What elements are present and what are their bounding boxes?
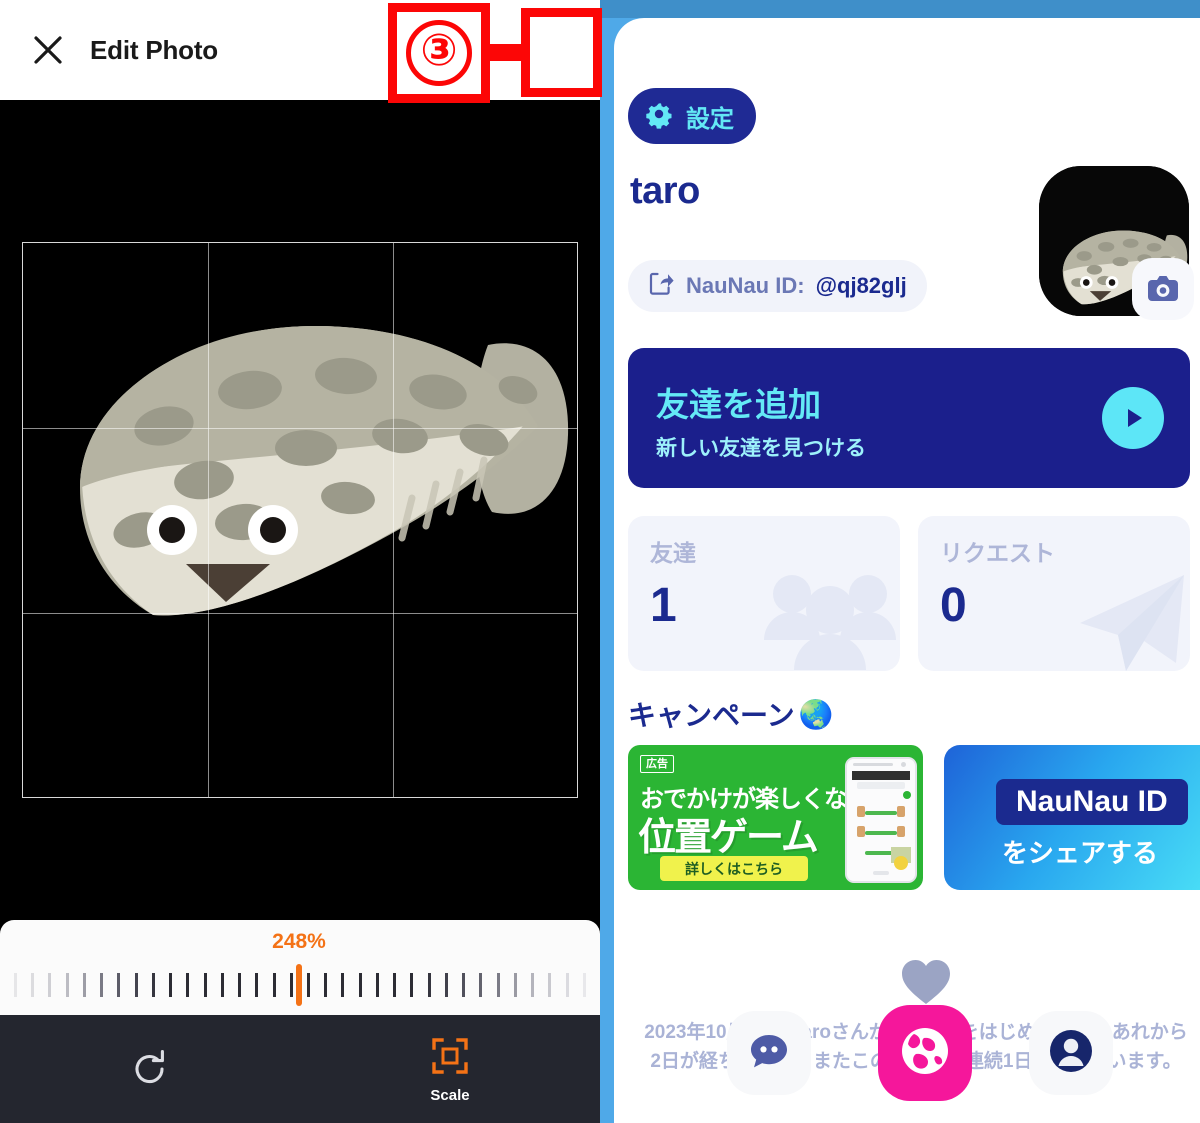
profile-sheet: 設定 taro NauNau ID: @qj82glj 友達を追加 新しい友達を… [614, 18, 1200, 1123]
annotation-connector [488, 44, 524, 61]
close-icon[interactable] [18, 20, 78, 80]
screenshot-root: Edit Photo ③ 248% Scale 設定 taro NauNau I… [0, 0, 1200, 1123]
photo-editor-pane: Edit Photo ③ 248% Scale [0, 0, 602, 1123]
heart-icon [899, 955, 953, 1009]
send-icon [1066, 567, 1190, 671]
stat-label: リクエスト [940, 540, 1055, 566]
add-friend-subtitle: 新しい友達を見つける [656, 437, 866, 460]
user-name: taro [630, 170, 700, 212]
share-id-subtitle: をシェアする [1002, 838, 1159, 868]
ad-phone-mockup [845, 757, 917, 883]
people-icon [756, 562, 900, 671]
stat-label: 友達 [650, 540, 696, 566]
bottom-nav [614, 960, 1200, 1123]
globe-emoji-icon: 🌏 [798, 698, 834, 730]
chat-icon [746, 1028, 792, 1079]
globe-icon [898, 1024, 952, 1083]
camera-icon[interactable] [1132, 258, 1194, 320]
stat-card-friends[interactable]: 友達 1 [628, 516, 900, 671]
campaign-heading: キャンペーン 🌏 [628, 694, 833, 734]
nav-item-chat[interactable] [727, 1011, 811, 1095]
naunau-id-label: NauNau ID: [686, 273, 805, 298]
person-icon [1047, 1027, 1095, 1080]
gear-icon [644, 99, 674, 134]
add-friend-card[interactable]: 友達を追加 新しい友達を見つける [628, 348, 1190, 488]
naunau-id-value: @qj82glj [815, 273, 907, 298]
settings-label: 設定 [686, 105, 734, 133]
photo-image [18, 230, 583, 680]
add-friend-title: 友達を追加 [656, 386, 821, 423]
naunau-id-chip[interactable]: NauNau ID: @qj82glj [628, 260, 927, 312]
scale-value-label: 248% [272, 930, 326, 953]
ad-cta-button[interactable]: 詳しくはこちら [660, 856, 808, 881]
scale-slider-thumb[interactable] [296, 964, 302, 1006]
stat-value: 0 [940, 579, 967, 632]
scale-icon [431, 1037, 469, 1080]
stat-card-requests[interactable]: リクエスト 0 [918, 516, 1190, 671]
ad-badge: 広告 [640, 755, 674, 774]
status-bar [600, 0, 1200, 18]
annotation-step-number: ③ [406, 20, 472, 86]
ad-subheadline: 位置ゲーム [638, 817, 819, 859]
annotation-step-badge: ③ [388, 3, 490, 103]
share-id-pill: NauNau ID [996, 779, 1188, 825]
nav-item-map[interactable] [878, 1005, 972, 1101]
page-title: Edit Photo [90, 34, 218, 65]
scale-ruler-panel[interactable]: 248% [0, 920, 600, 1015]
share-icon [648, 270, 675, 302]
naunau-profile-pane: 設定 taro NauNau ID: @qj82glj 友達を追加 新しい友達を… [600, 0, 1200, 1123]
stat-value: 1 [650, 579, 677, 632]
scale-tool-button[interactable]: Scale [404, 1037, 496, 1111]
settings-button[interactable]: 設定 [628, 88, 756, 144]
share-id-card[interactable]: NauNau ID をシェアする [944, 745, 1200, 890]
editor-toolbar: Scale [0, 1015, 600, 1123]
rotate-icon[interactable] [118, 1043, 182, 1095]
nav-item-profile[interactable] [1029, 1011, 1113, 1095]
crop-canvas[interactable] [0, 100, 600, 920]
ad-banner[interactable]: 広告 おでかけが楽しくなる 位置ゲーム 詳しくはこちら [628, 745, 923, 890]
play-icon[interactable] [1102, 387, 1164, 449]
scale-tool-label: Scale [430, 1087, 470, 1104]
annotation-highlight-box [521, 8, 602, 97]
campaign-title: キャンペーン [628, 700, 795, 731]
